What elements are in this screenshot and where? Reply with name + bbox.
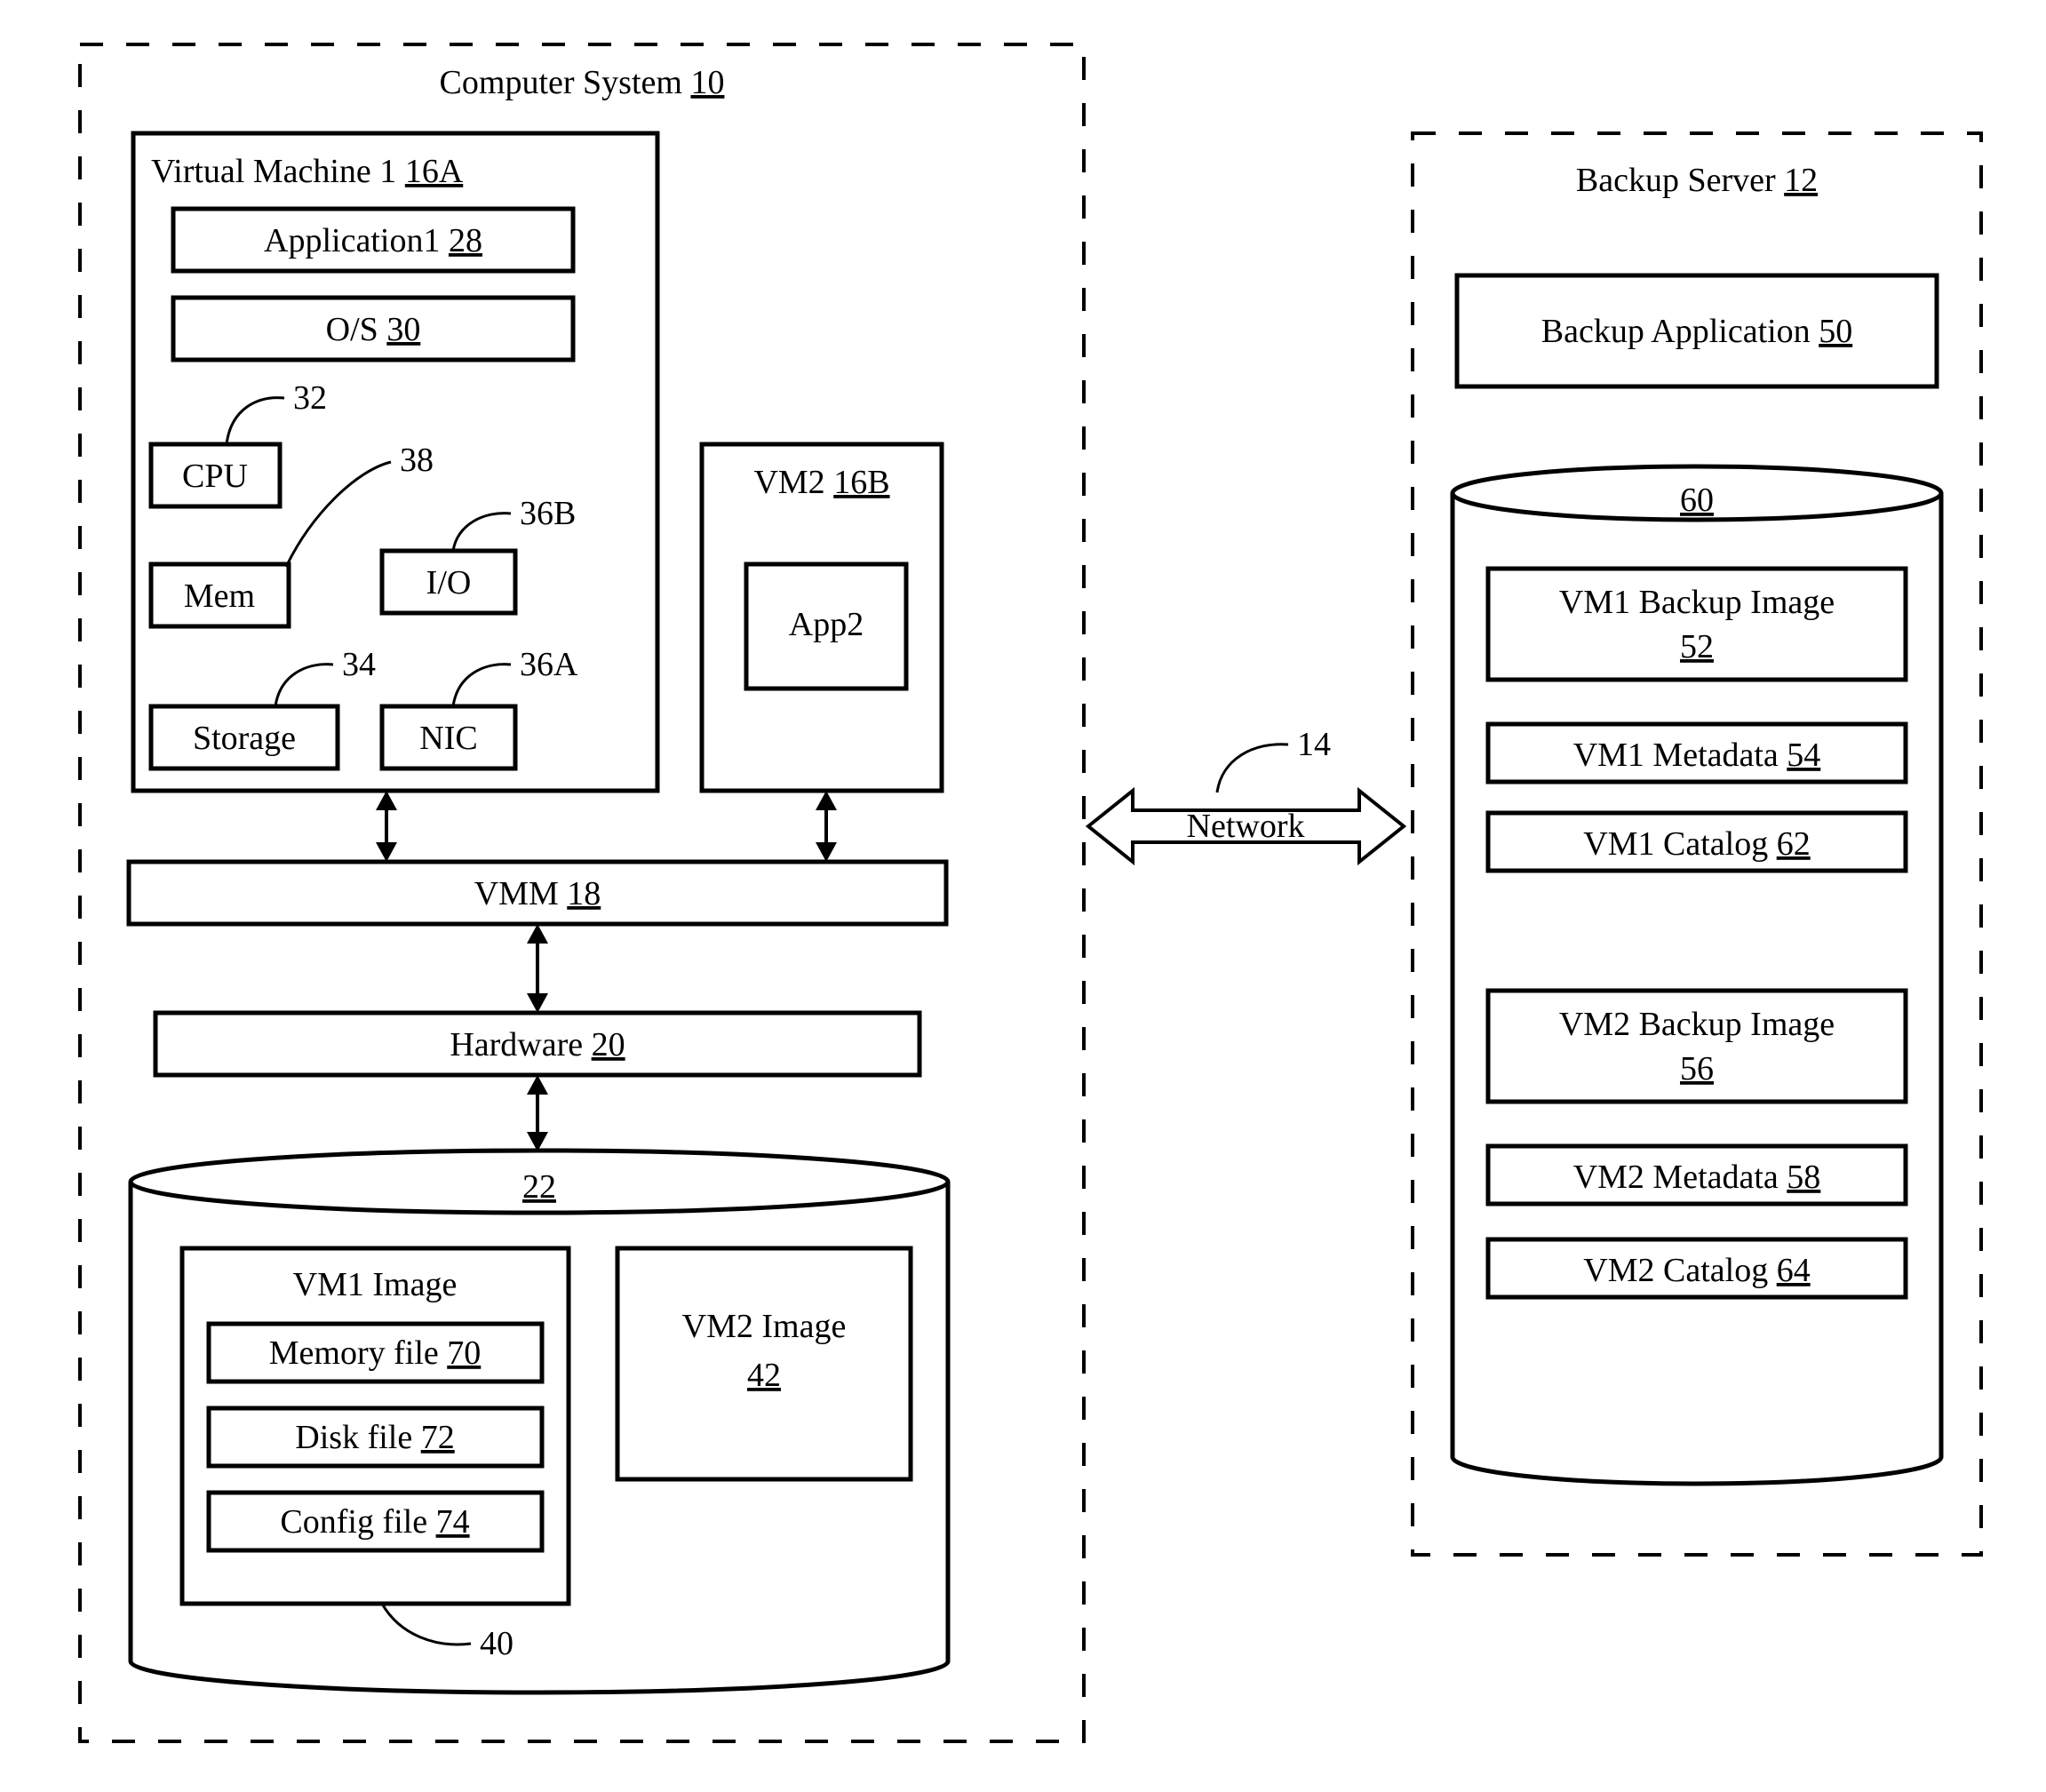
vm1-backup-image-ref: 52 bbox=[1680, 628, 1714, 665]
vm2-app-label: App2 bbox=[789, 606, 864, 643]
arrow-vmm-hardware bbox=[527, 924, 548, 1013]
vm1-backup-image-label: VM1 Backup Image bbox=[1559, 584, 1835, 621]
vm1-mem-label: Mem bbox=[184, 577, 255, 615]
backup-app-label: Backup Application 50 bbox=[1541, 313, 1852, 350]
vm1-storage-ref: 34 bbox=[342, 646, 376, 683]
network-label: Network bbox=[1187, 808, 1305, 845]
config-file-label: Config file 74 bbox=[280, 1503, 469, 1541]
vm1-app-label: Application1 28 bbox=[264, 222, 482, 259]
vm1-cpu-ref: 32 bbox=[293, 379, 327, 417]
vm1-os-label: O/S 30 bbox=[326, 311, 421, 348]
vm2-image-ref: 42 bbox=[747, 1357, 781, 1394]
network-ref: 14 bbox=[1297, 726, 1331, 763]
vm1-catalog-label: VM1 Catalog 62 bbox=[1583, 825, 1810, 863]
vm1-cpu-leader bbox=[227, 398, 284, 444]
vm1-metadata-label: VM1 Metadata 54 bbox=[1573, 737, 1821, 774]
vm2-catalog-label: VM2 Catalog 64 bbox=[1583, 1252, 1810, 1289]
vm1-io-ref: 36B bbox=[520, 495, 576, 532]
hardware-label: Hardware 20 bbox=[450, 1026, 625, 1063]
vm1-image-title: VM1 Image bbox=[293, 1266, 458, 1303]
vm1-image-ref-leader bbox=[382, 1604, 471, 1645]
vm1-title: Virtual Machine 1 16A bbox=[151, 153, 464, 190]
disk-file-label: Disk file 72 bbox=[295, 1419, 454, 1456]
vm1-image-ref: 40 bbox=[480, 1625, 513, 1662]
computer-system-title: Computer System 10 bbox=[440, 64, 725, 101]
vm1-nic-leader bbox=[453, 665, 511, 706]
vm1-io-label: I/O bbox=[426, 564, 472, 601]
vm1-storage-leader bbox=[275, 665, 333, 706]
backup-server-title: Backup Server 12 bbox=[1576, 162, 1818, 199]
vm2-metadata-label: VM2 Metadata 58 bbox=[1573, 1159, 1821, 1196]
backup-cylinder-ref: 60 bbox=[1680, 482, 1714, 519]
vm2-backup-image-ref: 56 bbox=[1680, 1050, 1714, 1087]
vm1-io-leader bbox=[453, 514, 511, 551]
arrow-vm2-vmm bbox=[816, 791, 837, 862]
storage-cylinder-ref: 22 bbox=[522, 1168, 556, 1206]
arrow-hardware-storage bbox=[527, 1075, 548, 1151]
vm1-mem-ref: 38 bbox=[400, 442, 434, 479]
vm2-title: VM2 16B bbox=[753, 464, 889, 501]
network-ref-leader bbox=[1217, 745, 1288, 792]
vm1-nic-label: NIC bbox=[419, 720, 477, 757]
memory-file-label: Memory file 70 bbox=[269, 1334, 482, 1372]
vm2-backup-image-label: VM2 Backup Image bbox=[1559, 1006, 1835, 1043]
vm1-nic-ref: 36A bbox=[520, 646, 578, 683]
vm2-image-title: VM2 Image bbox=[682, 1308, 847, 1345]
storage-cylinder bbox=[131, 1151, 948, 1692]
diagram-root: Computer System 10 Virtual Machine 1 16A… bbox=[0, 0, 2046, 1792]
vm1-storage-label: Storage bbox=[193, 720, 296, 757]
vmm-label: VMM 18 bbox=[474, 875, 601, 912]
vm1-mem-leader bbox=[286, 462, 391, 567]
vm1-cpu-label: CPU bbox=[182, 458, 248, 495]
arrow-vm1-vmm bbox=[376, 791, 397, 862]
